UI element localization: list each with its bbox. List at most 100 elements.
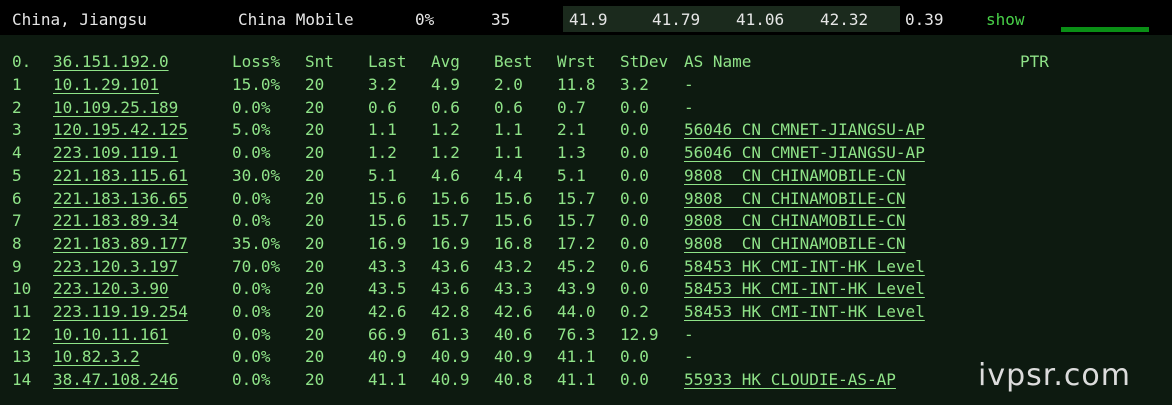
summary-last: 41.9 — [569, 10, 608, 29]
hop-last: 5.1 — [368, 165, 397, 185]
hop-host-link[interactable]: 120.195.42.125 — [53, 119, 188, 141]
hop-as-link[interactable]: 56046 CN CMNET-JIANGSU-AP — [684, 142, 925, 164]
latency-bar — [1061, 27, 1149, 32]
hop-loss: 70.0% — [232, 256, 281, 276]
hop-as-link[interactable]: 9808 CN CHINAMOBILE-CN — [684, 210, 906, 232]
hop-stdev: 0.0 — [620, 97, 649, 117]
hop-idx: 5 — [12, 165, 22, 185]
hop-host-link[interactable]: 221.183.89.34 — [53, 210, 178, 232]
hop-snt: 20 — [305, 97, 325, 117]
hop-stdev: 0.0 — [620, 211, 649, 231]
hop-idx: 1 — [12, 75, 22, 94]
table-row: 1 10.1.29.101 15.0% 20 3.2 4.9 2.0 11.8 3.2 - — [0, 74, 1172, 96]
hop-as-link[interactable]: 58453 HK CMI-INT-HK Level — [684, 278, 925, 300]
hop-idx: 11 — [12, 302, 32, 321]
hop-snt: 20 — [305, 347, 325, 367]
hop-host-link[interactable]: 223.120.3.197 — [53, 256, 178, 278]
header-snt: Snt — [305, 52, 334, 71]
hop-avg: 15.7 — [431, 211, 470, 231]
hop-host-link[interactable]: 223.119.19.254 — [53, 301, 188, 323]
hop-idx: 3 — [12, 120, 22, 140]
header-wrst: Wrst — [557, 52, 596, 71]
hop-as-link[interactable]: 9808 CN CHINAMOBILE-CN — [684, 165, 906, 187]
hop-host-link[interactable]: 10.109.25.189 — [53, 97, 178, 119]
hop-loss: 0.0% — [232, 324, 271, 344]
hop-host-link[interactable]: 10.10.11.161 — [53, 324, 169, 346]
table-row: 4 223.109.119.1 0.0% 20 1.2 1.2 1.1 1.3 0.0 56046… — [0, 142, 1172, 164]
hop-as-name: - — [684, 75, 694, 94]
hop-host-link[interactable]: 223.109.119.1 — [53, 142, 178, 164]
hop-stdev: 0.0 — [620, 120, 649, 140]
hop-snt: 20 — [305, 211, 325, 231]
hop-idx: 4 — [12, 143, 22, 163]
hop-stdev: 0.0 — [620, 143, 649, 163]
hop-as-link[interactable]: 55933 HK CLOUDIE-AS-AP — [684, 369, 896, 391]
hop-wrst: 2.1 — [557, 120, 586, 140]
hop-best: 43.3 — [494, 279, 533, 299]
hop-best: 2.0 — [494, 75, 523, 94]
table-row: 12 10.10.11.161 0.0% 20 66.9 61.3 40.6 76.3 12.9… — [0, 324, 1172, 346]
hop-as-name: - — [684, 347, 694, 367]
hop-host-link[interactable]: 221.183.136.65 — [53, 188, 188, 210]
hop-best: 40.9 — [494, 347, 533, 367]
hop-wrst: 76.3 — [557, 324, 596, 344]
header-stdev: StDev — [620, 52, 669, 71]
hop-loss: 0.0% — [232, 279, 271, 299]
hop-wrst: 15.7 — [557, 211, 596, 231]
hop-stdev: 0.2 — [620, 302, 649, 321]
header-avg: Avg — [431, 52, 460, 71]
hop-last: 40.9 — [368, 347, 407, 367]
hop-host-link[interactable]: 10.1.29.101 — [53, 74, 159, 96]
hop-loss: 0.0% — [232, 97, 271, 117]
hop-stdev: 0.0 — [620, 165, 649, 185]
hop-as-link[interactable]: 9808 CN CHINAMOBILE-CN — [684, 233, 906, 255]
hop-best: 16.8 — [494, 233, 533, 253]
hop-as-link[interactable]: 58453 HK CMI-INT-HK Level — [684, 301, 925, 323]
hop-last: 43.5 — [368, 279, 407, 299]
hop-loss: 0.0% — [232, 143, 271, 163]
hop-idx: 12 — [12, 324, 32, 344]
hop-loss: 15.0% — [232, 75, 281, 94]
hop-last: 3.2 — [368, 75, 397, 94]
hop-as-link[interactable]: 9808 CN CHINAMOBILE-CN — [684, 188, 906, 210]
hop-idx: 7 — [12, 211, 22, 231]
show-toggle[interactable]: show — [986, 10, 1025, 30]
hop-host-link[interactable]: 38.47.108.246 — [53, 369, 178, 391]
header-as-name: AS Name — [684, 52, 752, 71]
hop-host-link[interactable]: 223.120.3.90 — [53, 278, 169, 300]
summary-loss: 0% — [415, 10, 435, 29]
hop-wrst: 43.9 — [557, 279, 596, 299]
summary-avg: 41.79 — [652, 10, 701, 29]
mtr-table: 0. 36.151.192.0 Loss% Snt Last Avg Best … — [0, 35, 1172, 405]
hop-last: 1.1 — [368, 120, 397, 140]
header-loss: Loss% — [232, 52, 281, 71]
header-source-host[interactable]: 36.151.192.0 — [53, 51, 169, 73]
summary-sent: 35 — [491, 10, 511, 29]
hop-snt: 20 — [305, 233, 325, 253]
hop-wrst: 44.0 — [557, 302, 596, 321]
hop-last: 42.6 — [368, 302, 407, 321]
hop-as-link[interactable]: 58453 HK CMI-INT-HK Level — [684, 256, 925, 278]
hop-stdev: 12.9 — [620, 324, 659, 344]
hop-loss: 0.0% — [232, 188, 271, 208]
hop-host-link[interactable]: 221.183.115.61 — [53, 165, 188, 187]
hop-avg: 40.9 — [431, 347, 470, 367]
header-best: Best — [494, 52, 533, 71]
hop-idx: 9 — [12, 256, 22, 276]
hop-stdev: 0.0 — [620, 279, 649, 299]
hop-wrst: 11.8 — [557, 75, 596, 94]
hop-snt: 20 — [305, 302, 325, 321]
table-row: 7 221.183.89.34 0.0% 20 15.6 15.7 15.6 15.7 0.0 9… — [0, 210, 1172, 232]
hop-avg: 0.6 — [431, 97, 460, 117]
hop-host-link[interactable]: 221.183.89.177 — [53, 233, 188, 255]
summary-location: China, Jiangsu — [12, 10, 147, 29]
hop-idx: 13 — [12, 347, 32, 367]
hop-snt: 20 — [305, 256, 325, 276]
table-row: 6 221.183.136.65 0.0% 20 15.6 15.6 15.6 15.7 0.0… — [0, 188, 1172, 210]
header-ptr: PTR — [1020, 52, 1049, 71]
summary-stdev: 0.39 — [905, 10, 944, 29]
hop-as-link[interactable]: 56046 CN CMNET-JIANGSU-AP — [684, 119, 925, 141]
hop-host-link[interactable]: 10.82.3.2 — [53, 346, 140, 368]
hop-wrst: 45.2 — [557, 256, 596, 276]
hop-avg: 42.8 — [431, 302, 470, 321]
